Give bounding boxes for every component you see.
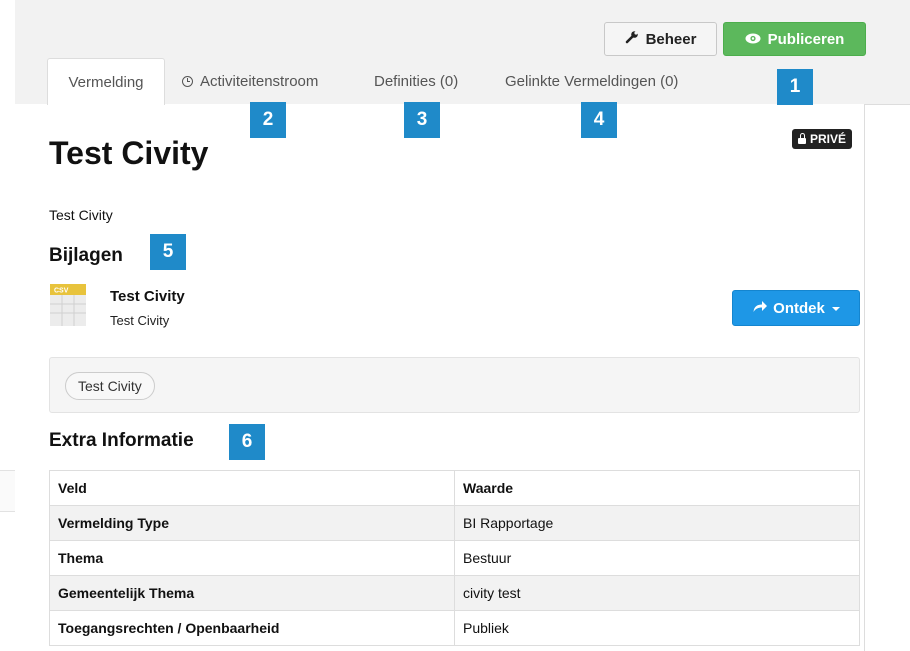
field-cell: Toegangsrechten / Openbaarheid xyxy=(49,610,455,646)
field-cell: Vermelding Type xyxy=(49,505,455,541)
value-cell: Publiek xyxy=(454,610,860,646)
publish-button-label: Publiceren xyxy=(767,30,845,48)
wrench-icon xyxy=(625,30,639,48)
tab-label: Activiteitenstroom xyxy=(200,72,319,90)
table-row: Gemeentelijk Thema civity test xyxy=(49,575,860,611)
table-header-cell: Veld xyxy=(49,470,455,506)
dataset-description: Test Civity xyxy=(49,207,113,223)
callout-badge-2: 2 xyxy=(250,102,286,138)
callout-badge-3: 3 xyxy=(404,102,440,138)
private-badge-label: PRIVÉ xyxy=(810,132,847,146)
lock-icon xyxy=(798,132,806,144)
left-edge-row xyxy=(0,470,15,512)
extra-info-table: Veld Waarde Vermelding Type BI Rapportag… xyxy=(49,470,860,646)
table-row: Thema Bestuur xyxy=(49,540,860,576)
attachments-heading: Bijlagen xyxy=(49,245,123,266)
manage-button[interactable]: Beheer xyxy=(604,22,717,56)
clock-icon xyxy=(182,75,193,87)
callout-badge-5: 5 xyxy=(150,234,186,270)
csv-file-icon-label: CSV xyxy=(54,288,69,295)
share-arrow-icon xyxy=(752,300,768,317)
table-header-row: Veld Waarde xyxy=(49,470,860,506)
left-edge xyxy=(0,0,15,651)
callout-badge-6: 6 xyxy=(229,424,265,460)
resource-title-link[interactable]: Test Civity xyxy=(110,288,185,305)
table-row: Vermelding Type BI Rapportage xyxy=(49,505,860,541)
tab-definities[interactable]: Definities (0) xyxy=(374,58,458,104)
publish-button[interactable]: Publiceren xyxy=(723,22,866,56)
tab-label: Gelinkte Vermeldingen (0) xyxy=(505,72,679,90)
caret-down-icon xyxy=(831,307,840,311)
private-badge: PRIVÉ xyxy=(792,129,853,149)
explore-button-label: Ontdek xyxy=(773,299,825,317)
value-cell: BI Rapportage xyxy=(454,505,860,541)
explore-dropdown-button[interactable]: Ontdek xyxy=(732,290,860,326)
tab-activiteitenstroom[interactable]: Activiteitenstroom xyxy=(182,58,318,104)
eye-icon xyxy=(745,31,761,48)
field-cell: Thema xyxy=(49,540,455,576)
csv-file-icon: CSV xyxy=(50,284,86,326)
tab-label: Definities (0) xyxy=(374,72,459,90)
tab-vermelding[interactable]: Vermelding xyxy=(47,58,165,105)
value-cell: Bestuur xyxy=(454,540,860,576)
table-row: Toegangsrechten / Openbaarheid Publiek xyxy=(49,610,860,646)
tab-label: Vermelding xyxy=(68,73,144,91)
extra-info-heading: Extra Informatie xyxy=(49,430,194,451)
field-cell: Gemeentelijk Thema xyxy=(49,575,455,611)
tags-box: Test Civity xyxy=(49,357,860,413)
callout-badge-4: 4 xyxy=(581,102,617,138)
resource-description: Test Civity xyxy=(110,313,170,328)
table-header-cell: Waarde xyxy=(454,470,860,506)
callout-badge-1: 1 xyxy=(777,69,813,105)
value-cell: civity test xyxy=(454,575,860,611)
tag-pill[interactable]: Test Civity xyxy=(65,372,155,400)
manage-button-label: Beheer xyxy=(645,30,697,48)
page-title: Test Civity xyxy=(49,135,209,171)
tab-gelinkte-vermeldingen[interactable]: Gelinkte Vermeldingen (0) xyxy=(505,58,678,104)
